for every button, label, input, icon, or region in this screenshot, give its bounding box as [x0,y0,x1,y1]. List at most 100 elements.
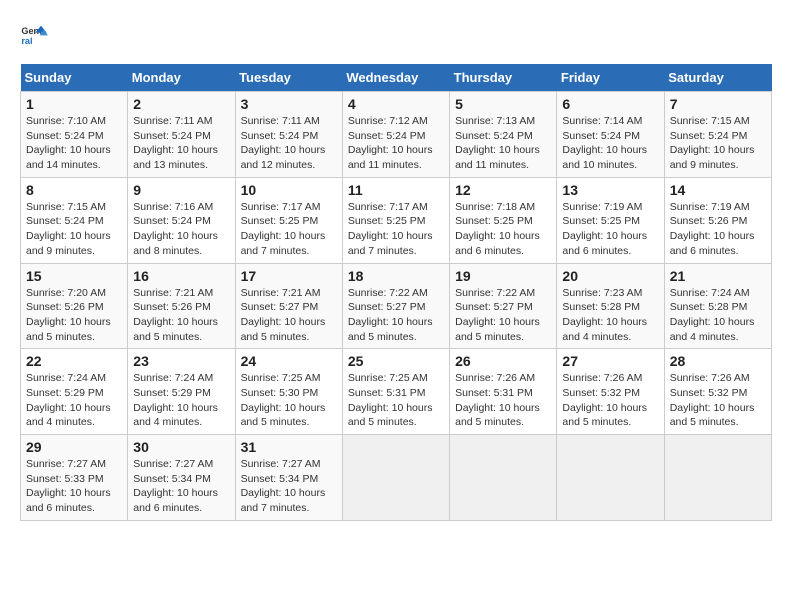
day-info: Sunrise: 7:15 AMSunset: 5:24 PMDaylight:… [670,114,766,173]
day-number: 19 [455,268,551,284]
calendar-week-row: 8Sunrise: 7:15 AMSunset: 5:24 PMDaylight… [21,177,772,263]
day-number: 30 [133,439,229,455]
day-number: 22 [26,353,122,369]
day-number: 6 [562,96,658,112]
day-info: Sunrise: 7:19 AMSunset: 5:26 PMDaylight:… [670,200,766,259]
day-info: Sunrise: 7:21 AMSunset: 5:27 PMDaylight:… [241,286,337,345]
day-number: 29 [26,439,122,455]
calendar-day-cell: 29 Sunrise: 7:27 AMSunset: 5:33 PMDayligh… [21,435,128,521]
calendar-day-cell: 1Sunrise: 7:10 AMSunset: 5:24 PMDaylight… [21,92,128,178]
svg-text:ral: ral [21,36,32,46]
day-info: Sunrise: 7:19 AMSunset: 5:25 PMDaylight:… [562,200,658,259]
header-day: Monday [128,64,235,92]
header-day: Saturday [664,64,771,92]
page-header: Gene ral [20,20,772,48]
day-number: 10 [241,182,337,198]
header-day: Friday [557,64,664,92]
day-info: Sunrise: 7:15 AMSunset: 5:24 PMDaylight:… [26,200,122,259]
day-info: Sunrise: 7:25 AMSunset: 5:30 PMDaylight:… [241,371,337,430]
calendar-day-cell: 2Sunrise: 7:11 AMSunset: 5:24 PMDaylight… [128,92,235,178]
day-number: 17 [241,268,337,284]
day-number: 20 [562,268,658,284]
calendar-day-cell: 16 Sunrise: 7:21 AMSunset: 5:26 PMDayligh… [128,263,235,349]
calendar-day-cell: 21 Sunrise: 7:24 AMSunset: 5:28 PMDayligh… [664,263,771,349]
day-info: Sunrise: 7:27 AMSunset: 5:34 PMDaylight:… [241,457,337,516]
day-number: 1 [26,96,122,112]
calendar-day-cell: 6 Sunrise: 7:14 AMSunset: 5:24 PMDaylight… [557,92,664,178]
calendar-day-cell: 4Sunrise: 7:12 AMSunset: 5:24 PMDaylight… [342,92,449,178]
calendar-day-cell: 18 Sunrise: 7:22 AMSunset: 5:27 PMDayligh… [342,263,449,349]
day-number: 18 [348,268,444,284]
header-day: Sunday [21,64,128,92]
day-number: 3 [241,96,337,112]
day-info: Sunrise: 7:23 AMSunset: 5:28 PMDaylight:… [562,286,658,345]
calendar-day-cell [342,435,449,521]
day-info: Sunrise: 7:21 AMSunset: 5:26 PMDaylight:… [133,286,229,345]
day-info: Sunrise: 7:24 AMSunset: 5:28 PMDaylight:… [670,286,766,345]
day-info: Sunrise: 7:22 AMSunset: 5:27 PMDaylight:… [348,286,444,345]
calendar-day-cell: 25Sunrise: 7:25 AMSunset: 5:31 PMDayligh… [342,349,449,435]
day-number: 5 [455,96,551,112]
day-number: 13 [562,182,658,198]
day-number: 7 [670,96,766,112]
day-number: 28 [670,353,766,369]
calendar-day-cell: 10Sunrise: 7:17 AMSunset: 5:25 PMDayligh… [235,177,342,263]
day-number: 26 [455,353,551,369]
header-row: SundayMondayTuesdayWednesdayThursdayFrid… [21,64,772,92]
day-info: Sunrise: 7:27 AMSunset: 5:34 PMDaylight:… [133,457,229,516]
calendar-day-cell: 20 Sunrise: 7:23 AMSunset: 5:28 PMDayligh… [557,263,664,349]
calendar-day-cell: 3Sunrise: 7:11 AMSunset: 5:24 PMDaylight… [235,92,342,178]
day-info: Sunrise: 7:20 AMSunset: 5:26 PMDaylight:… [26,286,122,345]
calendar-day-cell: 19 Sunrise: 7:22 AMSunset: 5:27 PMDayligh… [450,263,557,349]
day-info: Sunrise: 7:11 AMSunset: 5:24 PMDaylight:… [133,114,229,173]
day-info: Sunrise: 7:27 AMSunset: 5:33 PMDaylight:… [26,457,122,516]
header-day: Wednesday [342,64,449,92]
header-day: Tuesday [235,64,342,92]
day-number: 23 [133,353,229,369]
day-number: 24 [241,353,337,369]
calendar-day-cell: 17 Sunrise: 7:21 AMSunset: 5:27 PMDayligh… [235,263,342,349]
calendar-day-cell [664,435,771,521]
day-info: Sunrise: 7:16 AMSunset: 5:24 PMDaylight:… [133,200,229,259]
calendar-day-cell: 31Sunrise: 7:27 AMSunset: 5:34 PMDayligh… [235,435,342,521]
calendar-table: SundayMondayTuesdayWednesdayThursdayFrid… [20,64,772,521]
day-info: Sunrise: 7:26 AMSunset: 5:31 PMDaylight:… [455,371,551,430]
day-number: 27 [562,353,658,369]
header-day: Thursday [450,64,557,92]
day-number: 12 [455,182,551,198]
calendar-week-row: 22 Sunrise: 7:24 AMSunset: 5:29 PMDayligh… [21,349,772,435]
calendar-day-cell: 23 Sunrise: 7:24 AMSunset: 5:29 PMDayligh… [128,349,235,435]
day-number: 11 [348,182,444,198]
calendar-day-cell: 24 Sunrise: 7:25 AMSunset: 5:30 PMDayligh… [235,349,342,435]
calendar-day-cell: 15 Sunrise: 7:20 AMSunset: 5:26 PMDayligh… [21,263,128,349]
day-number: 9 [133,182,229,198]
calendar-week-row: 1Sunrise: 7:10 AMSunset: 5:24 PMDaylight… [21,92,772,178]
day-info: Sunrise: 7:22 AMSunset: 5:27 PMDaylight:… [455,286,551,345]
day-number: 4 [348,96,444,112]
calendar-body: 1Sunrise: 7:10 AMSunset: 5:24 PMDaylight… [21,92,772,521]
logo: Gene ral [20,20,52,48]
day-info: Sunrise: 7:14 AMSunset: 5:24 PMDaylight:… [562,114,658,173]
day-info: Sunrise: 7:24 AMSunset: 5:29 PMDaylight:… [26,371,122,430]
calendar-day-cell: 26 Sunrise: 7:26 AMSunset: 5:31 PMDayligh… [450,349,557,435]
calendar-day-cell [557,435,664,521]
logo-icon: Gene ral [20,20,48,48]
day-number: 14 [670,182,766,198]
calendar-header: SundayMondayTuesdayWednesdayThursdayFrid… [21,64,772,92]
calendar-day-cell: 28 Sunrise: 7:26 AMSunset: 5:32 PMDayligh… [664,349,771,435]
calendar-day-cell: 9 Sunrise: 7:16 AMSunset: 5:24 PMDaylight… [128,177,235,263]
day-info: Sunrise: 7:25 AMSunset: 5:31 PMDaylight:… [348,371,444,430]
calendar-week-row: 15 Sunrise: 7:20 AMSunset: 5:26 PMDayligh… [21,263,772,349]
day-info: Sunrise: 7:26 AMSunset: 5:32 PMDaylight:… [670,371,766,430]
calendar-day-cell: 11Sunrise: 7:17 AMSunset: 5:25 PMDayligh… [342,177,449,263]
calendar-day-cell: 22 Sunrise: 7:24 AMSunset: 5:29 PMDayligh… [21,349,128,435]
calendar-day-cell: 13 Sunrise: 7:19 AMSunset: 5:25 PMDayligh… [557,177,664,263]
day-number: 15 [26,268,122,284]
calendar-week-row: 29 Sunrise: 7:27 AMSunset: 5:33 PMDayligh… [21,435,772,521]
calendar-day-cell [450,435,557,521]
day-info: Sunrise: 7:18 AMSunset: 5:25 PMDaylight:… [455,200,551,259]
day-info: Sunrise: 7:26 AMSunset: 5:32 PMDaylight:… [562,371,658,430]
day-number: 21 [670,268,766,284]
day-number: 16 [133,268,229,284]
day-info: Sunrise: 7:24 AMSunset: 5:29 PMDaylight:… [133,371,229,430]
